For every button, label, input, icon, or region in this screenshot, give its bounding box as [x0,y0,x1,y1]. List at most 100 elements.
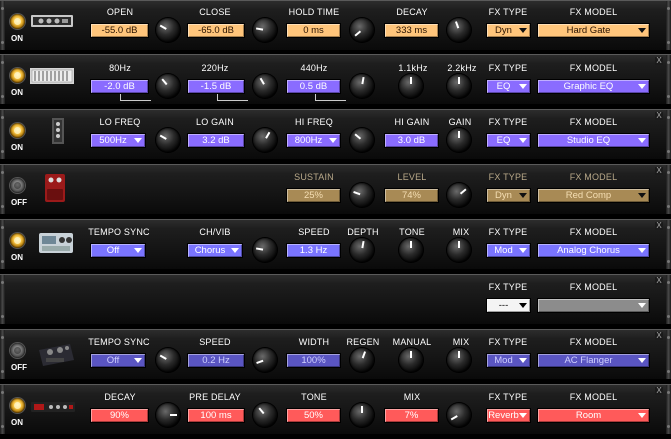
close-knob[interactable] [253,18,277,42]
fx-model-dropdown[interactable]: Red Comp [537,188,650,203]
band-440hz-value-field[interactable]: 0.5 dB [286,79,341,94]
decay-knob[interactable] [447,18,471,42]
power-toggle-button[interactable] [10,14,25,29]
hold-time-knob[interactable] [350,18,374,42]
close-slot-icon[interactable]: X [655,277,663,285]
close-value-field[interactable]: -65.0 dB [187,23,245,38]
fx-type-label: FX TYPE [488,7,528,17]
speed-value-field[interactable]: 0.2 Hz [187,353,245,368]
mix-value-field[interactable]: 7% [384,408,439,423]
manual-knob[interactable] [399,348,423,372]
power-toggle-button[interactable] [10,123,25,138]
band-80hz-value-field[interactable]: -2.0 dB [90,79,149,94]
band-80hz-knob[interactable] [156,74,180,98]
rack-rail-right [666,55,671,104]
fx-model-dropdown[interactable]: Room [537,408,650,423]
tempo-knob[interactable] [156,348,180,372]
close-slot-icon[interactable]: X [655,222,663,230]
power-toggle-button[interactable] [10,233,25,248]
speed-knob[interactable] [253,238,277,262]
fx-type-dropdown[interactable]: Mod [486,353,531,368]
band-220hz-knob[interactable] [253,74,277,98]
ch-vib-label: CH/VIB [199,227,231,237]
gain-knob[interactable] [447,128,471,152]
fx-type-dropdown[interactable]: Dyn [486,188,531,203]
close-slot-icon[interactable]: X [655,387,663,395]
depth-knob[interactable] [350,238,374,262]
tone-value-field[interactable]: 50% [286,408,341,423]
fx-model-dropdown[interactable]: Hard Gate [537,23,650,38]
lo-gain-knob[interactable] [253,128,277,152]
tone-knob[interactable] [350,403,374,427]
hi-gain-value-field[interactable]: 3.0 dB [384,133,439,148]
fx-type-dropdown[interactable]: EQ [486,133,531,148]
fx-model-label: FX MODEL [569,63,618,73]
mix-knob[interactable] [447,403,471,427]
tempo-sync-dropdown[interactable]: Off [90,243,146,258]
fx-model-dropdown[interactable]: Studio EQ [537,133,650,148]
decay-value-field[interactable]: 333 ms [384,23,439,38]
power-toggle-button[interactable] [10,68,25,83]
power-toggle-button[interactable] [10,343,25,358]
fx-model-dropdown[interactable]: Graphic EQ [537,79,650,94]
fx-type-dropdown[interactable]: --- [486,298,531,313]
sustain-value-field[interactable]: 25% [286,188,341,203]
fx-model-dropdown[interactable]: Analog Chorus [537,243,650,258]
lo-gain-value-field[interactable]: 3.2 dB [187,133,245,148]
chevron-down-icon [231,248,239,253]
fx-type-dropdown[interactable]: Reverb [486,408,531,423]
band-1-1khz-knob[interactable] [399,74,423,98]
pre-delay-knob[interactable] [253,403,277,427]
fx-type-dropdown[interactable]: Dyn [486,23,531,38]
hi-freq-dropdown[interactable]: 800Hz [286,133,341,148]
band-220hz-value-field[interactable]: -1.5 dB [187,79,245,94]
fx-type-dropdown[interactable]: EQ [486,79,531,94]
speed-value-field[interactable]: 1.3 Hz [286,243,341,258]
open-knob[interactable] [156,18,180,42]
ch-vib-selected: Chorus [194,245,226,256]
pre-delay-value-field[interactable]: 100 ms [187,408,245,423]
power-toggle-button[interactable] [10,178,25,193]
regen-knob[interactable] [350,348,374,372]
lo-freq-knob[interactable] [156,128,180,152]
chevron-down-icon [638,193,646,198]
tone-knob[interactable] [399,238,423,262]
decay-value-field[interactable]: 90% [90,408,149,423]
fx-type-dropdown[interactable]: Mod [486,243,531,258]
level-knob[interactable] [447,183,471,207]
power-state-label: ON [11,253,23,262]
fx-model-dropdown[interactable]: AC Flanger [537,353,650,368]
width-value-field[interactable]: 100% [286,353,341,368]
fx-model-dropdown[interactable] [537,298,650,313]
lo-freq-selected: 500Hz [99,135,127,146]
close-slot-icon[interactable]: X [655,57,663,65]
hi-gain-label: HI GAIN [394,117,430,127]
open-value-field[interactable]: -55.0 dB [90,23,149,38]
hold-time-value-field[interactable]: 0 ms [286,23,341,38]
hi-freq-knob[interactable] [350,128,374,152]
lo-freq-dropdown[interactable]: 500Hz [90,133,146,148]
mix-label: MIX [452,337,470,347]
power-toggle-button[interactable] [10,398,25,413]
decay-knob[interactable] [156,403,180,427]
speed-label: SPEED [298,227,330,237]
band-2-2khz-knob[interactable] [447,74,471,98]
close-slot-icon[interactable]: X [655,167,663,175]
ch-vib-dropdown[interactable]: Chorus [187,243,243,258]
mix-knob[interactable] [447,348,471,372]
mix-knob[interactable] [447,238,471,262]
fx-type-label: FX TYPE [488,63,528,73]
sustain-knob[interactable] [350,183,374,207]
speed-knob[interactable] [253,348,277,372]
close-slot-icon[interactable]: X [655,112,663,120]
fx-type-selected: Mod [494,245,513,256]
tempo-sync-selected: Off [106,355,120,366]
chevron-down-icon [638,413,646,418]
level-value-field[interactable]: 74% [384,188,439,203]
fx-rack: ON OPEN -55.0 dB CLOSE -65.0 dB HOLD TIM… [0,0,671,439]
fx-type-label: FX TYPE [488,282,528,292]
close-slot-icon[interactable]: X [655,332,663,340]
tempo-sync-dropdown[interactable]: Off [90,353,146,368]
chevron-down-icon [519,193,527,198]
band-440hz-knob[interactable] [350,74,374,98]
